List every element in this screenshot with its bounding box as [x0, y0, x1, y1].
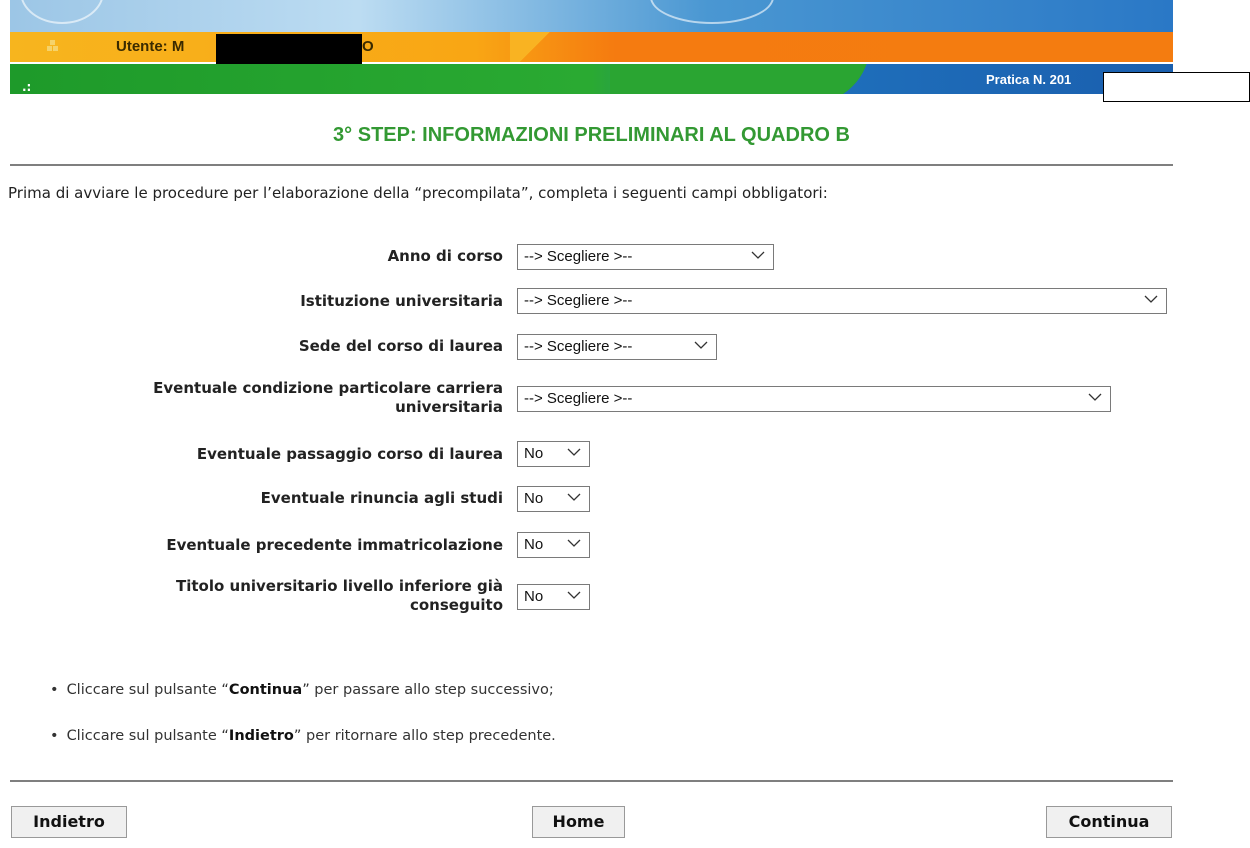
home-button[interactable]: Home: [532, 806, 625, 838]
intro-text: Prima di avviare le procedure per l’elab…: [8, 184, 828, 202]
user-name-tail: O: [362, 38, 374, 55]
select-precedente-immatricolazione[interactable]: No: [517, 532, 590, 558]
instruction-continua: • Cliccare sul pulsante “Continua” per pa…: [50, 682, 554, 698]
page-title: 3° STEP: INFORMAZIONI PRELIMINARI AL QUA…: [333, 124, 850, 146]
select-anno-di-corso[interactable]: --> Scegliere >--: [517, 244, 774, 270]
instruction-text: ” per ritornare allo step precedente.: [293, 728, 556, 744]
label-sede-corso: Sede del corso di laurea: [298, 337, 503, 355]
instruction-text: ” per passare allo step successivo;: [302, 682, 554, 698]
continue-button[interactable]: Continua: [1046, 806, 1172, 838]
select-rinuncia-studi[interactable]: No: [517, 486, 590, 512]
chevron-down-icon: [567, 448, 581, 456]
label-line-1: Eventuale condizione particolare carrier…: [153, 379, 503, 397]
chevron-down-icon: [751, 251, 765, 259]
instruction-text: Cliccare sul pulsante “: [66, 728, 229, 744]
chevron-down-icon: [1088, 393, 1102, 401]
select-value: No: [524, 490, 544, 507]
user-bar-dots-icon: [47, 40, 59, 52]
label-condizione-particolare: Eventuale condizione particolare carrier…: [153, 379, 503, 417]
select-value: --> Scegliere >--: [524, 390, 633, 407]
title-divider: [10, 164, 1173, 166]
user-bar: [10, 32, 1173, 62]
footer-divider: [10, 780, 1173, 782]
select-condizione-particolare[interactable]: --> Scegliere >--: [517, 386, 1111, 412]
bullet-icon: •: [50, 682, 59, 698]
label-anno-di-corso: Anno di corso: [387, 247, 503, 265]
instruction-indietro: • Cliccare sul pulsante “Indietro” per ri…: [50, 728, 556, 744]
select-sede-corso[interactable]: --> Scegliere >--: [517, 334, 717, 360]
select-passaggio-corso[interactable]: No: [517, 441, 590, 467]
chevron-down-icon: [1144, 295, 1158, 303]
bullet-icon: •: [50, 728, 59, 744]
top-banner: [10, 0, 1173, 32]
back-button[interactable]: Indietro: [11, 806, 127, 838]
select-value: No: [524, 536, 544, 553]
label-rinuncia-studi: Eventuale rinuncia agli studi: [260, 489, 503, 507]
instruction-bold: Indietro: [228, 728, 294, 744]
pratica-redaction-box: [1103, 72, 1250, 102]
select-value: --> Scegliere >--: [524, 292, 633, 309]
instruction-text: Cliccare sul pulsante “: [66, 682, 229, 698]
redacted-username: [216, 34, 362, 68]
label-line-2: universitaria: [395, 398, 503, 416]
label-precedente-immatricolazione: Eventuale precedente immatricolazione: [166, 536, 503, 554]
green-bar-dots: .:: [22, 80, 32, 94]
label-passaggio-corso: Eventuale passaggio corso di laurea: [196, 445, 503, 463]
chevron-down-icon: [567, 539, 581, 547]
instruction-bold: Continua: [228, 682, 303, 698]
select-value: No: [524, 445, 544, 462]
select-value: No: [524, 588, 544, 605]
user-label: Utente: M: [116, 38, 185, 55]
label-line-2: conseguito: [409, 596, 503, 614]
chevron-down-icon: [694, 341, 708, 349]
label-line-1: Titolo universitario livello inferiore g…: [176, 577, 503, 595]
select-value: --> Scegliere >--: [524, 248, 633, 265]
select-value: --> Scegliere >--: [524, 338, 633, 355]
chevron-down-icon: [567, 591, 581, 599]
label-istituzione: Istituzione universitaria: [300, 292, 503, 310]
chevron-down-icon: [567, 493, 581, 501]
pratica-number: Pratica N. 201: [986, 72, 1072, 87]
select-titolo-inferiore[interactable]: No: [517, 584, 590, 610]
select-istituzione[interactable]: --> Scegliere >--: [517, 288, 1167, 314]
label-titolo-inferiore: Titolo universitario livello inferiore g…: [176, 577, 503, 615]
